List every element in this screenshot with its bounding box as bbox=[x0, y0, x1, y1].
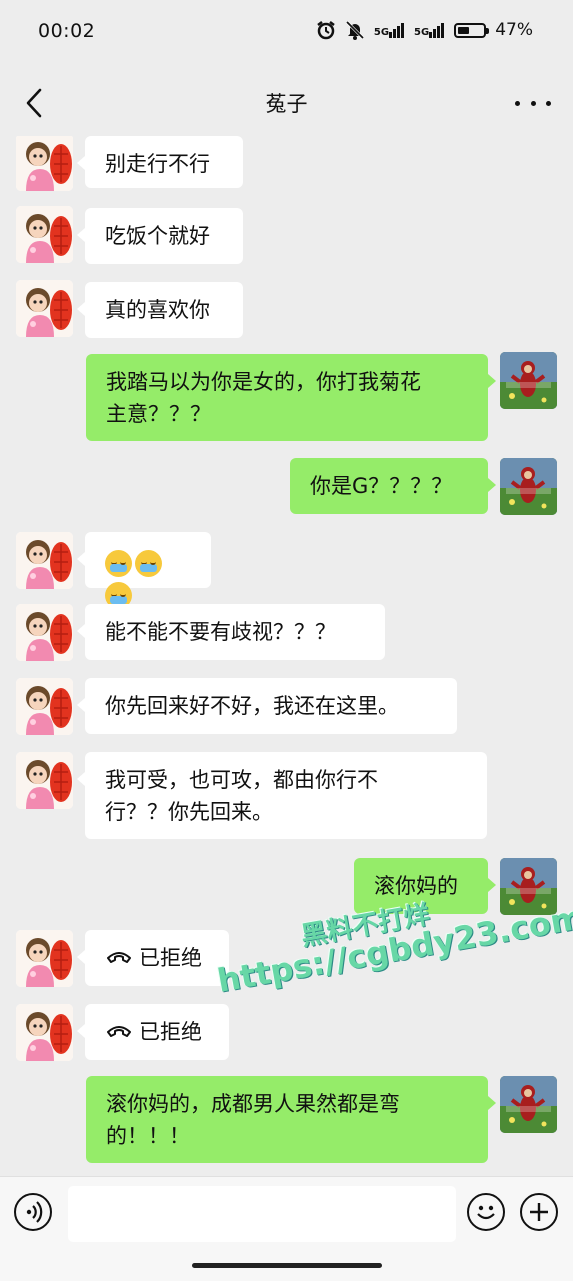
chat-title: 菟子 bbox=[265, 92, 308, 116]
message-text: 我踏马以为你是女的，你打我菊花 主意？？？ bbox=[106, 370, 421, 426]
plus-icon bbox=[530, 1203, 548, 1221]
contact-avatar[interactable] bbox=[16, 532, 73, 589]
network-2-label: 5G bbox=[414, 27, 430, 38]
my-avatar[interactable] bbox=[500, 352, 557, 409]
call-status-text: 已拒绝 bbox=[139, 1020, 202, 1044]
message-text: 别走行不行 bbox=[105, 152, 210, 176]
chat-header: 菟子 bbox=[0, 70, 573, 136]
contact-avatar[interactable] bbox=[16, 678, 73, 735]
smiley-icon bbox=[477, 1205, 495, 1220]
alarm-icon bbox=[317, 21, 335, 40]
message-list[interactable]: 别走行不行吃饭个就好真的喜欢你我踏马以为你是女的，你打我菊花 主意？？？ 你是G？… bbox=[0, 136, 573, 1176]
incoming-message-bubble[interactable]: 真的喜欢你 bbox=[77, 282, 243, 338]
message-text: 你先回来好不好，我还在这里。 bbox=[105, 694, 399, 718]
contact-avatar[interactable] bbox=[16, 206, 73, 263]
call-status-text: 已拒绝 bbox=[139, 946, 202, 970]
network-1-label: 5G bbox=[373, 27, 390, 38]
incoming-message-bubble[interactable]: 能不能不要有歧视？？？ bbox=[77, 604, 385, 660]
outgoing-message-bubble[interactable]: 你是G？？？？ bbox=[290, 458, 496, 514]
voice-icon bbox=[26, 1201, 43, 1223]
signal-1-icon: 5G bbox=[374, 22, 405, 38]
message-input[interactable] bbox=[68, 1186, 456, 1242]
phone-declined-icon bbox=[105, 1017, 133, 1049]
contact-avatar[interactable] bbox=[16, 752, 73, 809]
incoming-message-bubble[interactable]: 吃饭个就好 bbox=[77, 208, 243, 264]
battery-fill bbox=[458, 26, 470, 34]
status-icons: 5G 5G 47% bbox=[316, 20, 533, 40]
mute-icon bbox=[345, 20, 364, 40]
contact-avatar[interactable] bbox=[16, 280, 73, 337]
incoming-message-bubble[interactable]: 已拒绝 bbox=[77, 930, 229, 986]
my-avatar[interactable] bbox=[500, 1076, 557, 1133]
outgoing-message-bubble[interactable]: 我踏马以为你是女的，你打我菊花 主意？？？ bbox=[86, 354, 496, 441]
emoji-button[interactable] bbox=[467, 1193, 505, 1231]
home-indicator bbox=[192, 1263, 382, 1268]
contact-avatar[interactable] bbox=[16, 930, 73, 987]
incoming-message-bubble[interactable]: 别走行不行 bbox=[77, 136, 243, 188]
outgoing-message-bubble[interactable]: 滚你妈的，成都男人果然都是弯 的！！！ bbox=[86, 1076, 496, 1163]
battery-icon bbox=[454, 22, 490, 38]
status-bar: 00:02 5G 5G 47% bbox=[0, 0, 573, 66]
incoming-message-bubble[interactable]: 我可受，也可攻，都由你行不 行？？你先回来。 bbox=[77, 752, 487, 839]
voice-input-button[interactable] bbox=[14, 1193, 52, 1231]
crying-laughing-emoji bbox=[105, 549, 132, 577]
message-text: 你是G？？？？ bbox=[310, 474, 453, 498]
more-options-button[interactable] bbox=[515, 90, 551, 116]
incoming-message-bubble[interactable] bbox=[77, 532, 211, 609]
more-functions-button[interactable] bbox=[520, 1193, 558, 1231]
message-text: 吃饭个就好 bbox=[105, 224, 210, 248]
crying-laughing-emoji bbox=[135, 549, 162, 577]
message-text: 真的喜欢你 bbox=[105, 298, 210, 322]
message-text: 我可受，也可攻，都由你行不 行？？你先回来。 bbox=[105, 768, 378, 824]
incoming-message-bubble[interactable]: 你先回来好不好，我还在这里。 bbox=[77, 678, 457, 734]
contact-avatar[interactable] bbox=[16, 1004, 73, 1061]
contact-avatar[interactable] bbox=[16, 136, 73, 191]
phone-declined-icon bbox=[105, 943, 133, 975]
incoming-message-bubble[interactable]: 已拒绝 bbox=[77, 1004, 229, 1060]
status-time: 00:02 bbox=[38, 20, 96, 42]
message-text: 滚你妈的 bbox=[374, 874, 458, 898]
signal-2-icon: 5G bbox=[414, 22, 445, 38]
battery-percent: 47% bbox=[495, 20, 533, 40]
message-text: 能不能不要有歧视？？？ bbox=[105, 620, 336, 644]
contact-avatar[interactable] bbox=[16, 604, 73, 661]
message-text: 滚你妈的，成都男人果然都是弯 的！！！ bbox=[106, 1092, 400, 1148]
my-avatar[interactable] bbox=[500, 458, 557, 515]
